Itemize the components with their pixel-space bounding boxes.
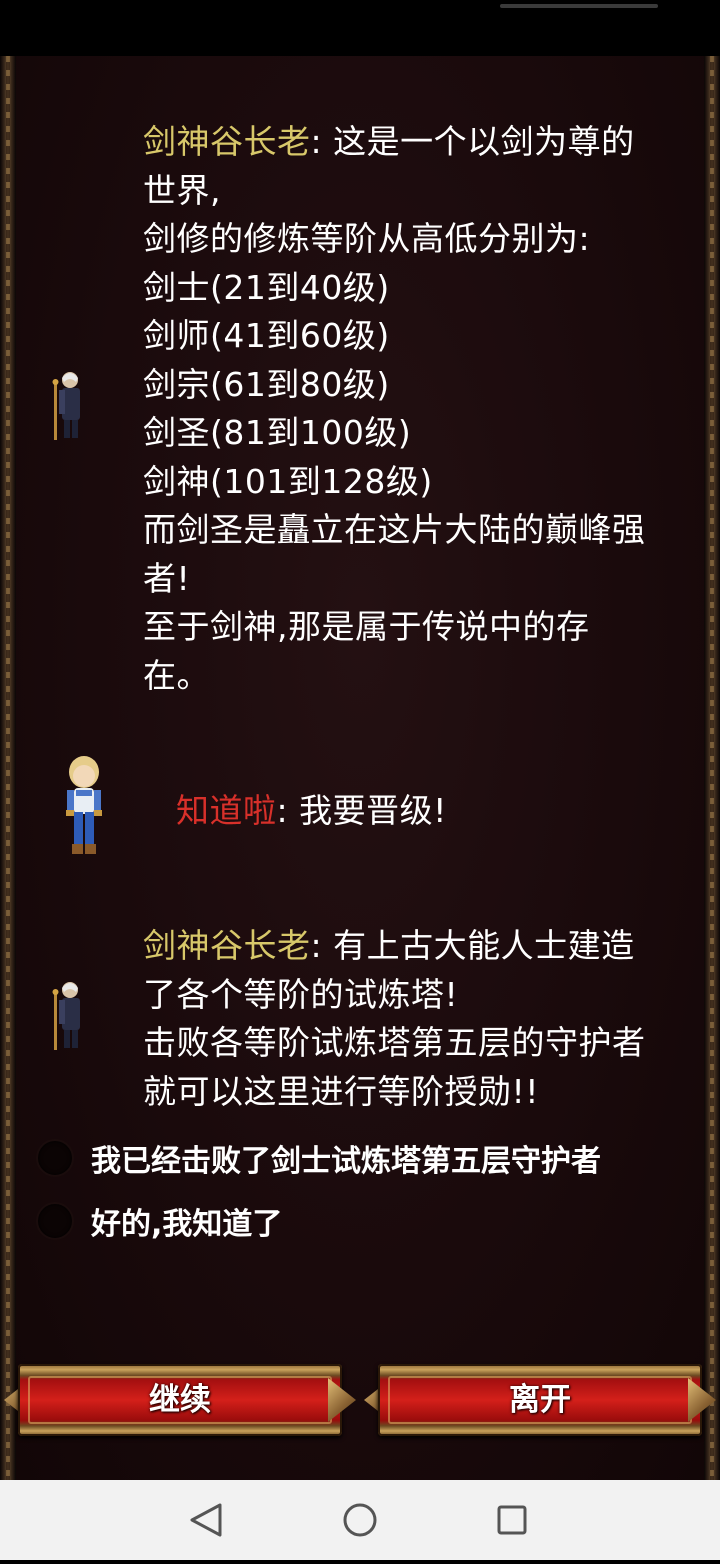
status-bar [0, 0, 720, 56]
elder-avatar-icon [52, 982, 80, 1050]
elder-message-2: 剑神谷长老: 有上古大能人士建造 了各个等阶的试炼塔! 击败各等阶试炼塔第五层的… [143, 922, 646, 1116]
message-line: : 有上古大能人士建造 [310, 926, 635, 965]
choice-understood[interactable]: 好的,我知道了 [36, 1199, 676, 1243]
message-line: 剑士(21到40级) [143, 267, 390, 307]
message-line: : 这是一个以剑为尊的 [310, 122, 635, 161]
elder-message-1: 剑神谷长老: 这是一个以剑为尊的 世界, 剑修的修炼等阶从高低分别为: 剑士(2… [143, 118, 646, 700]
leave-button-label: 离开 [509, 1382, 571, 1418]
dialog-content: 剑神谷长老: 这是一个以剑为尊的 世界, 剑修的修炼等阶从高低分别为: 剑士(2… [16, 56, 704, 1480]
nav-back-button[interactable] [166, 1480, 246, 1560]
status-bar-pill [500, 4, 658, 8]
nav-recents-button[interactable] [472, 1480, 552, 1560]
message-line: 至于剑神,那是属于传说中的存 [143, 607, 590, 646]
message-line: 在。 [143, 655, 210, 695]
speaker-name-elder: 剑神谷长老 [143, 926, 311, 965]
continue-button[interactable]: 继续 [4, 1364, 356, 1436]
speaker-name-elder: 剑神谷长老 [143, 122, 311, 161]
message-line: 世界, [143, 170, 221, 210]
message-line: 者! [143, 558, 191, 598]
system-navigation-bar [0, 1480, 720, 1560]
message-line: 击败各等阶试炼塔第五层的守护者 [143, 1023, 646, 1062]
radio-button[interactable] [36, 1139, 74, 1177]
home-circle-icon [343, 1503, 377, 1537]
message-line: 剑圣(81到100级) [143, 413, 412, 452]
message-line: 而剑圣是矗立在这片大陆的巅峰强 [143, 510, 646, 549]
frame-border-left [0, 56, 16, 1480]
back-triangle-icon [190, 1503, 222, 1537]
radio-button[interactable] [36, 1202, 74, 1240]
elder-avatar-icon [52, 372, 80, 440]
leave-button[interactable]: 离开 [364, 1364, 716, 1436]
choice-label: 我已经击败了剑士试炼塔第五层守护者 [91, 1144, 601, 1179]
frame-border-right [704, 56, 720, 1480]
message-line: 剑修的修炼等阶从高低分别为: [143, 219, 591, 258]
message-line: 剑师(41到60级) [143, 316, 390, 355]
choice-label: 好的,我知道了 [91, 1207, 283, 1242]
choice-defeated-guardian[interactable]: 我已经击败了剑士试炼塔第五层守护者 [36, 1136, 676, 1180]
dialog-window: 剑神谷长老: 这是一个以剑为尊的 世界, 剑修的修炼等阶从高低分别为: 剑士(2… [0, 56, 720, 1480]
message-line: 了各个等阶的试炼塔! [143, 974, 459, 1014]
message-line: 就可以这里进行等阶授勋!! [143, 1071, 539, 1111]
recents-square-icon [497, 1505, 527, 1535]
player-message: 知道啦: 我要晋级! [176, 787, 447, 836]
continue-button-label: 继续 [149, 1382, 211, 1418]
player-avatar-icon [66, 756, 102, 854]
message-line: 剑宗(61到80级) [143, 364, 390, 404]
message-line: 剑神(101到128级) [143, 461, 433, 501]
speaker-name-player: 知道啦 [176, 791, 277, 830]
nav-home-button[interactable] [320, 1480, 400, 1560]
message-line: : 我要晋级! [276, 791, 447, 830]
